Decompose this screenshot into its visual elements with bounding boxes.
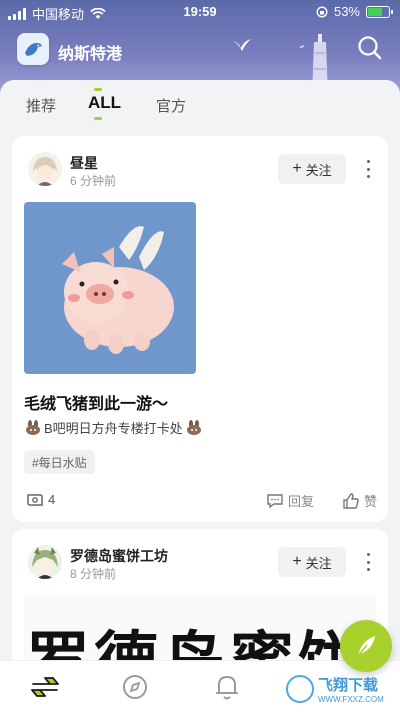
reply-button[interactable]: 回复 [266, 491, 314, 510]
bird-logo-icon [25, 43, 42, 56]
active-tab-indicator-bottom [94, 117, 102, 120]
avatar[interactable] [28, 152, 62, 186]
compose-button[interactable] [340, 620, 392, 672]
home-arrows-icon [31, 677, 59, 697]
active-tab-indicator-top [94, 88, 102, 91]
follow-button[interactable]: + 关注 [278, 154, 346, 184]
post-tag[interactable]: #每日水贴 [24, 450, 95, 474]
post-image[interactable] [24, 202, 196, 374]
reply-label: 回复 [288, 494, 315, 509]
like-button[interactable]: 赞 [342, 491, 377, 510]
nav-notifications[interactable] [212, 673, 242, 701]
rotation-lock-icon [316, 5, 328, 18]
more-options-icon[interactable] [362, 160, 374, 178]
plus-icon: + [292, 160, 302, 177]
follow-label: 关注 [305, 555, 332, 571]
plus-icon: + [292, 553, 302, 570]
feather-pen-icon [356, 636, 375, 658]
follow-label: 关注 [305, 162, 332, 178]
nav-discover[interactable] [120, 673, 150, 701]
watermark-text: 飞翔下载 [318, 677, 379, 694]
felt-pig-photo [24, 202, 196, 374]
watermark: 飞翔下载 WWW.FXXZ.COM [286, 670, 396, 708]
tab-recommend[interactable]: 推荐 [26, 95, 56, 116]
view-count: 4 [26, 492, 55, 507]
eye-icon [27, 493, 43, 506]
nav-home[interactable] [30, 673, 60, 701]
compass-icon [123, 675, 147, 699]
avatar-character-icon [28, 545, 62, 579]
more-options-icon[interactable] [362, 553, 374, 571]
app-logo[interactable] [17, 33, 49, 65]
app-name: 纳斯特港 [58, 46, 123, 63]
watermark-url: WWW.FXXZ.COM [318, 695, 384, 704]
post-title[interactable]: 毛绒飞猪到此一游～ [24, 390, 168, 414]
watermark-logo-icon [286, 675, 314, 703]
thumbs-up-icon [343, 492, 359, 509]
tab-all[interactable]: ALL [88, 93, 121, 113]
rabbit-emoji-icon [186, 419, 201, 435]
like-label: 赞 [364, 494, 378, 509]
status-right: 53% [316, 4, 393, 19]
search-icon[interactable] [356, 34, 384, 62]
post-username[interactable]: 昼星 [70, 153, 98, 173]
post-time: 6 分钟前 [70, 174, 117, 188]
post-subtitle-text: B吧明日方舟专楼打卡处 [44, 421, 183, 436]
post-username[interactable]: 罗德岛蜜饼工坊 [70, 546, 168, 566]
seagull-decoration-icon [233, 39, 251, 51]
battery-percent: 53% [333, 4, 360, 19]
post-card[interactable]: 昼星 6 分钟前 + 关注 毛绒飞猪到此一游～ B吧明日方舟专楼打卡处 #每日水… [12, 136, 388, 522]
avatar[interactable] [28, 545, 62, 579]
status-bar: 中国移动 19:59 53% [0, 0, 400, 24]
post-subtitle: B吧明日方舟专楼打卡处 [24, 418, 203, 437]
post-time: 8 分钟前 [70, 567, 117, 581]
rabbit-emoji-icon [26, 419, 40, 435]
category-tabs: 推荐 ALL 官方 [0, 80, 400, 132]
view-count-value: 4 [48, 492, 56, 507]
avatar-character-icon [28, 152, 62, 186]
follow-button[interactable]: + 关注 [278, 547, 346, 577]
tab-official[interactable]: 官方 [156, 95, 186, 116]
comment-icon [267, 493, 283, 508]
battery-icon [366, 5, 393, 18]
bell-icon [216, 676, 238, 700]
